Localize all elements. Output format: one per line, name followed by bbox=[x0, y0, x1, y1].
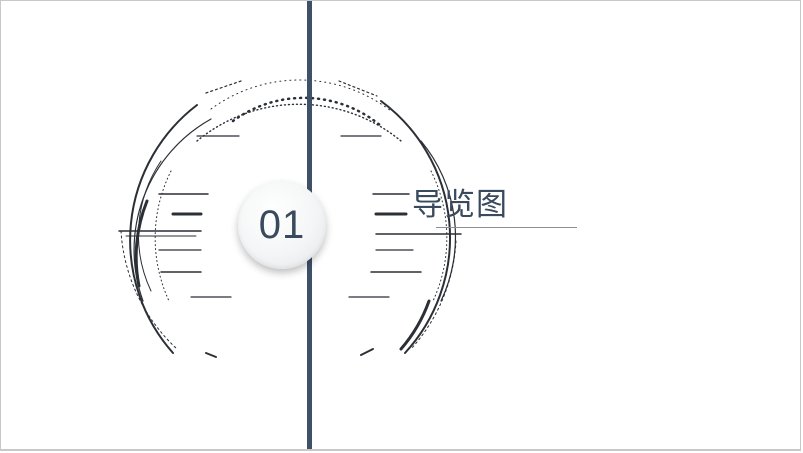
hud-circle-graphic bbox=[118, 79, 462, 358]
section-title: 导览图 bbox=[412, 187, 508, 223]
title-underline bbox=[436, 227, 577, 228]
section-number: 01 bbox=[258, 202, 306, 247]
section-number-badge: 01 bbox=[238, 181, 326, 269]
slide-canvas: 01 导览图 bbox=[0, 0, 801, 451]
